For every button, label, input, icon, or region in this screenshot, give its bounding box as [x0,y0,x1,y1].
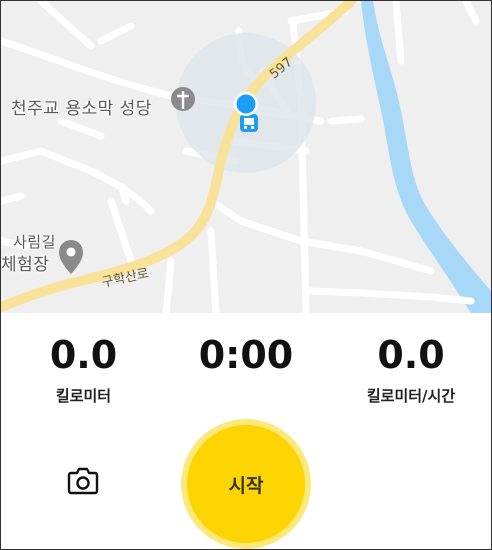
camera-icon [67,467,99,495]
place-pin-icon [59,240,83,274]
map-view[interactable]: 천주교 용소막 성당 사림길 체험장 597 구학산로 [1,1,491,313]
place-label-forest[interactable]: 사림길 [13,231,56,252]
start-button-label: 시작 [228,474,264,497]
distance-label: 킬로미터 [55,387,112,405]
place-label-experience[interactable]: 체험장 [1,250,49,275]
distance-value: 0.0 [49,333,118,377]
app-frame: 천주교 용소막 성당 사림길 체험장 597 구학산로 0.0 킬로미터 0:0… [0,0,492,550]
map-canvas [1,1,491,313]
speed-label: 킬로미터/시간 [366,387,456,405]
stats-panel: 0.0 킬로미터 0:00 0.0 킬로미터/시간 시작 [1,313,491,549]
start-button[interactable]: 시작 [187,425,305,543]
time-value: 0:00 [198,333,294,377]
camera-button[interactable] [63,463,103,499]
speed-value: 0.0 [377,333,445,377]
place-label-church[interactable]: 천주교 용소막 성당 [11,94,152,119]
